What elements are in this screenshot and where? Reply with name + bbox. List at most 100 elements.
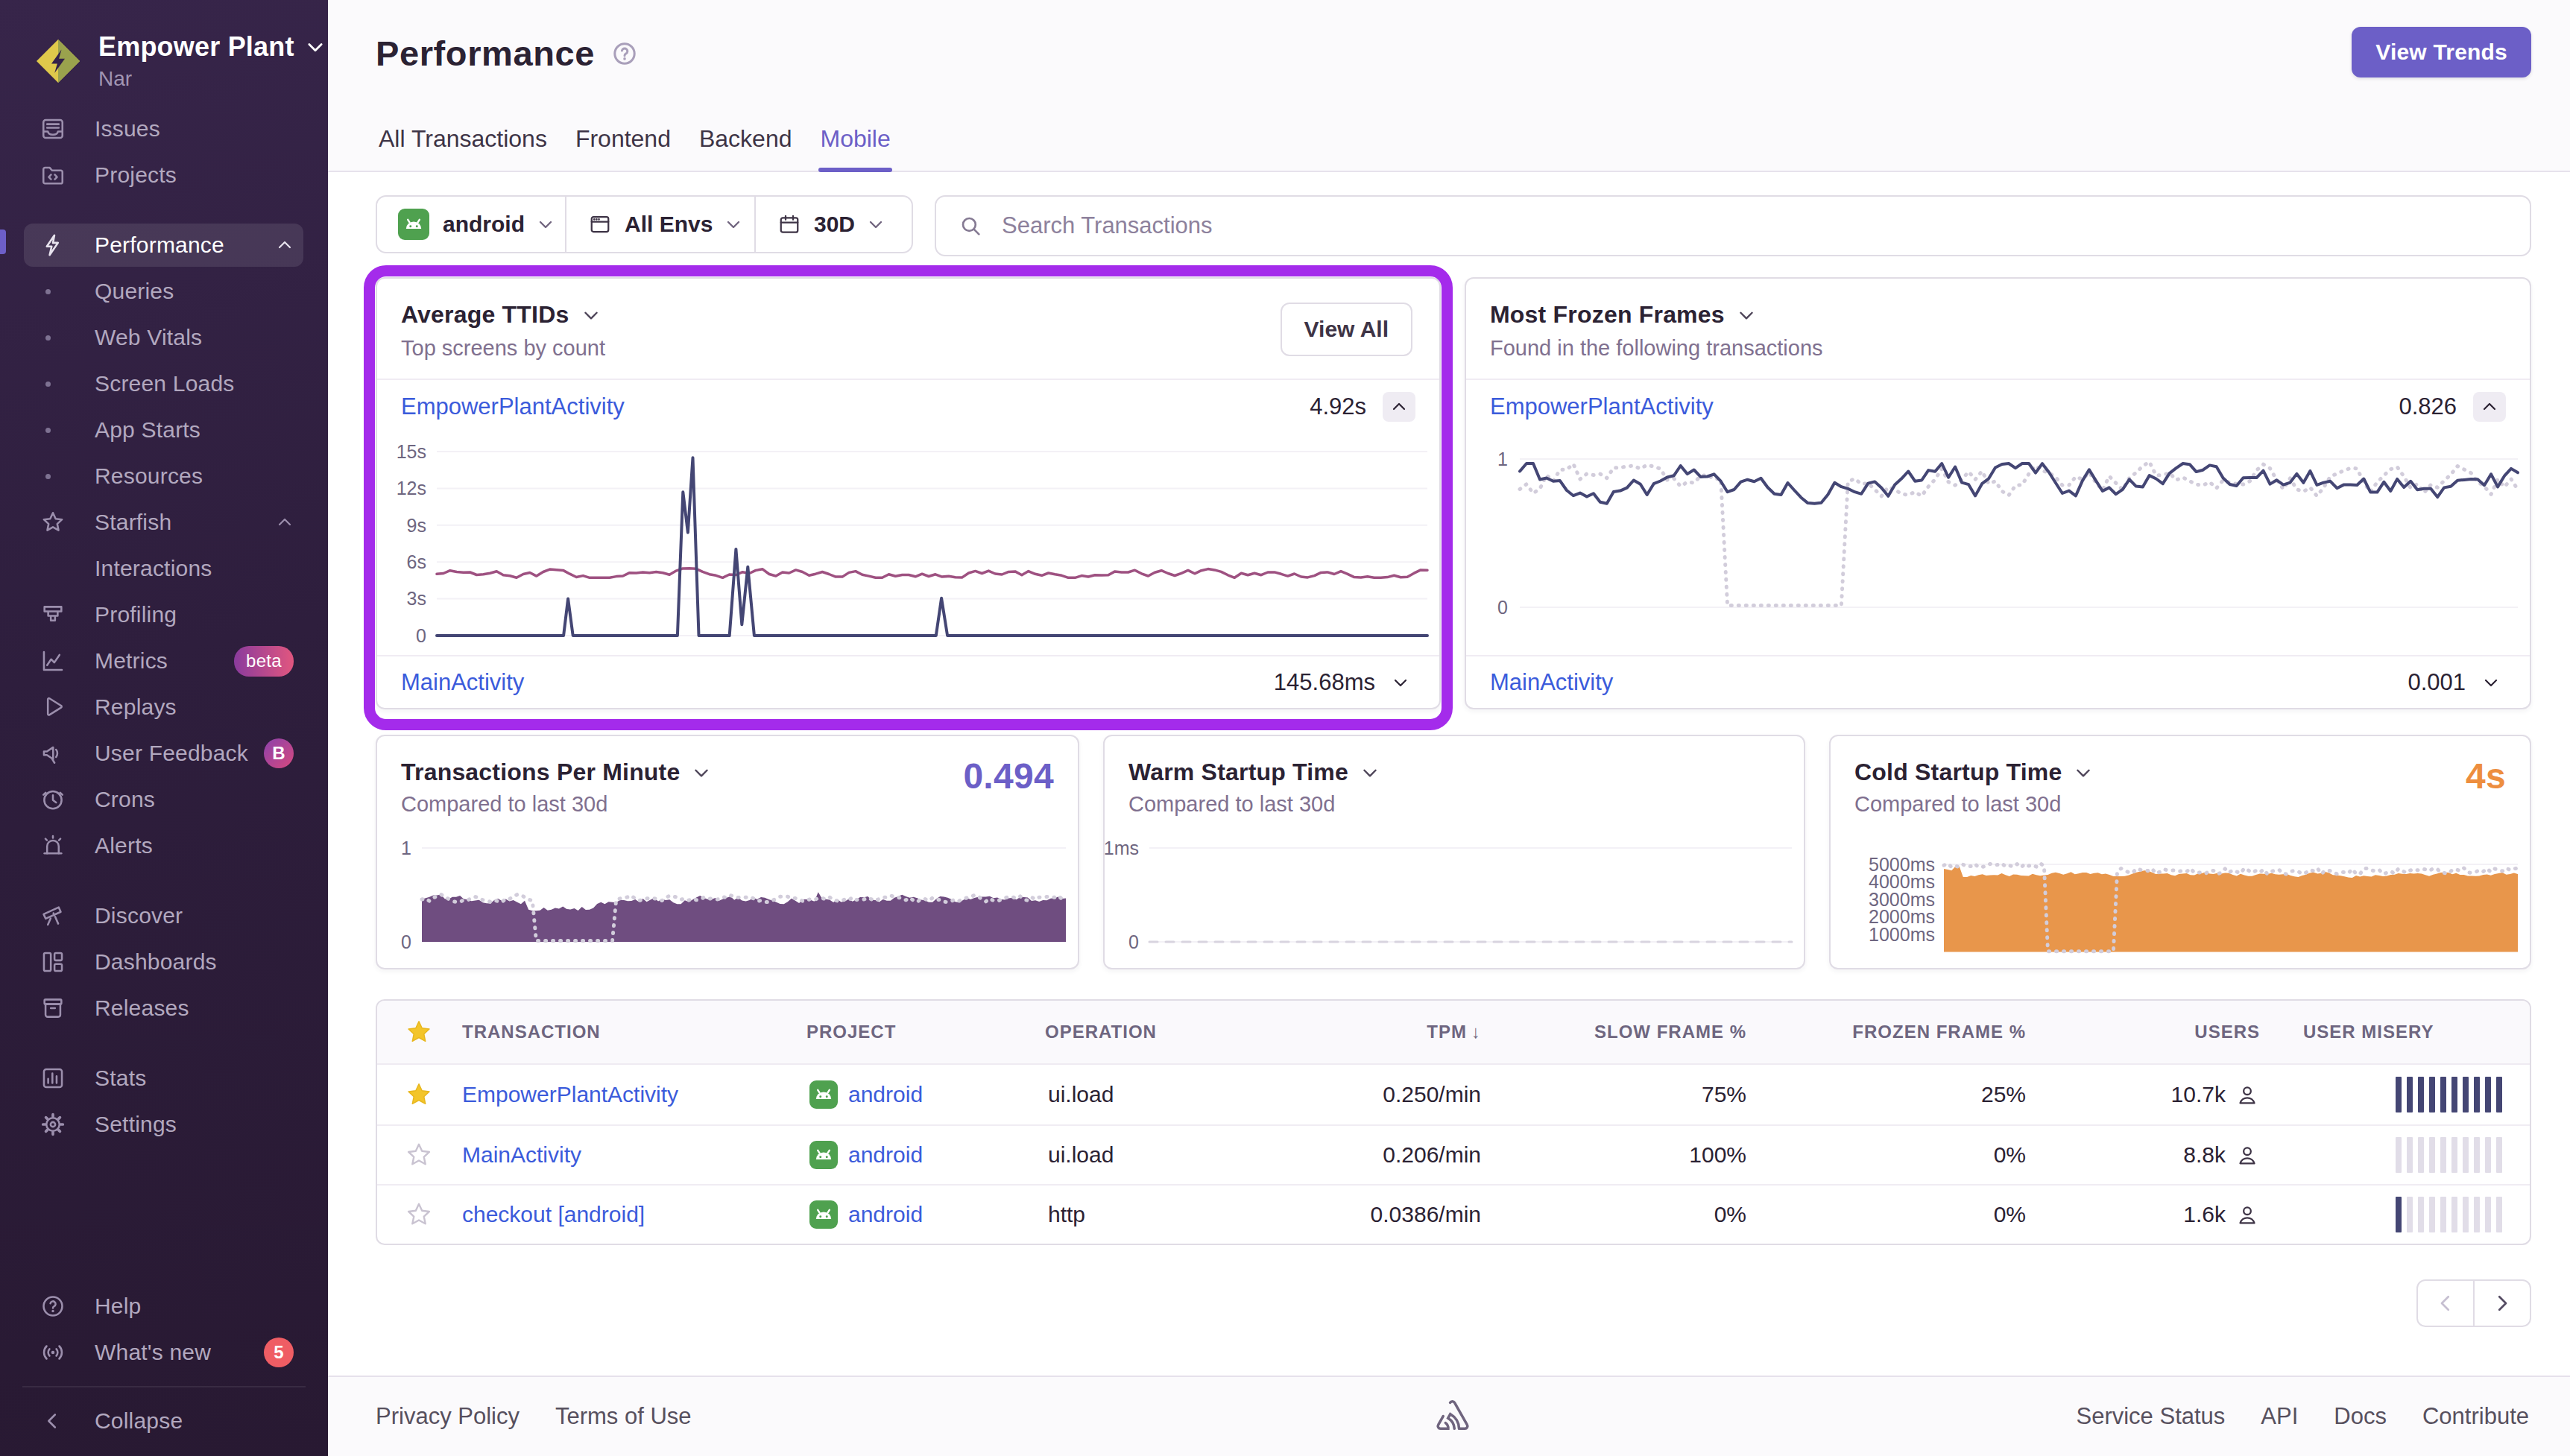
sidebar-item-releases[interactable]: Releases xyxy=(0,985,328,1031)
sidebar-item-user-feedback[interactable]: User FeedbackB xyxy=(0,730,328,776)
android-icon xyxy=(809,1200,838,1229)
sidebar-item-performance[interactable]: Performance xyxy=(0,222,328,268)
environment-filter-value: All Envs xyxy=(625,212,713,237)
star-column-header[interactable] xyxy=(405,1019,432,1045)
frozen-frame-cell: 0% xyxy=(1746,1142,2026,1168)
card-title: Warm Startup Time xyxy=(1128,759,1348,786)
project-filter[interactable]: android xyxy=(377,197,565,252)
star-toggle[interactable] xyxy=(405,1201,432,1228)
chevron-down-icon[interactable] xyxy=(581,306,601,325)
sidebar-item-resources[interactable]: Resources xyxy=(0,453,328,499)
col-tpm[interactable]: TPM↓ xyxy=(1257,1022,1481,1042)
star-toggle[interactable] xyxy=(405,1081,432,1108)
sidebar-item-stats[interactable]: Stats xyxy=(0,1055,328,1101)
slow-frame-cell: 100% xyxy=(1481,1142,1746,1168)
user-icon xyxy=(2235,1202,2260,1227)
view-trends-button[interactable]: View Trends xyxy=(2352,27,2531,77)
transaction-link[interactable]: checkout [android] xyxy=(462,1202,645,1227)
tab-all-transactions[interactable]: All Transactions xyxy=(377,125,549,172)
expand-metric-button[interactable] xyxy=(2482,674,2500,691)
contribute-link[interactable]: Contribute xyxy=(2422,1403,2529,1430)
svg-text:3s: 3s xyxy=(407,588,426,609)
sidebar-item-app-starts[interactable]: App Starts xyxy=(0,407,328,453)
sidebar-item-screen-loads[interactable]: Screen Loads xyxy=(0,361,328,407)
tpm-cell: 0.250/min xyxy=(1257,1082,1481,1107)
sidebar-item-help[interactable]: Help xyxy=(0,1283,328,1329)
footer-logo[interactable] xyxy=(1433,1399,1472,1434)
sidebar-item-profiling[interactable]: Profiling xyxy=(0,592,328,638)
star-toggle[interactable] xyxy=(405,1142,432,1168)
terms-of-use-link[interactable]: Terms of Use xyxy=(555,1403,692,1430)
transaction-link[interactable]: EmpowerPlantActivity xyxy=(401,393,625,420)
sidebar-item-dashboards[interactable]: Dashboards xyxy=(0,939,328,985)
sidebar-collapse-button[interactable]: Collapse xyxy=(0,1398,328,1444)
collapse-metric-button[interactable] xyxy=(1383,392,1415,422)
table-row[interactable]: EmpowerPlantActivity android ui.load 0.2… xyxy=(377,1065,2530,1124)
project-link[interactable]: android xyxy=(848,1202,923,1227)
sidebar-item-replays[interactable]: Replays xyxy=(0,684,328,730)
service-status-link[interactable]: Service Status xyxy=(2076,1403,2225,1430)
project-link[interactable]: android xyxy=(848,1082,923,1107)
operation-cell: ui.load xyxy=(1045,1142,1257,1168)
docs-link[interactable]: Docs xyxy=(2334,1403,2387,1430)
col-transaction[interactable]: TRANSACTION xyxy=(444,1022,806,1042)
table-row[interactable]: checkout [android] android http 0.0386/m… xyxy=(377,1184,2530,1244)
chevron-down-icon[interactable] xyxy=(1360,763,1380,782)
sidebar-item-whats-new[interactable]: What's new5 xyxy=(0,1329,328,1376)
question-circle-icon[interactable] xyxy=(611,40,638,67)
col-frozen-frame[interactable]: FROZEN FRAME % xyxy=(1746,1022,2026,1042)
view-all-button[interactable]: View All xyxy=(1281,303,1412,356)
col-users[interactable]: USERS xyxy=(2026,1022,2276,1042)
sidebar-item-projects[interactable]: Projects xyxy=(0,152,328,198)
sidebar-item-issues[interactable]: Issues xyxy=(0,106,328,152)
sidebar-item-crons[interactable]: Crons xyxy=(0,776,328,823)
transaction-link[interactable]: MainActivity xyxy=(401,669,524,696)
metric-row: EmpowerPlantActivity4.92s xyxy=(377,379,1439,435)
org-switcher[interactable]: Empower Plant Nar xyxy=(0,0,328,91)
transaction-link[interactable]: MainActivity xyxy=(1490,669,1613,696)
chevron-down-icon xyxy=(581,306,601,325)
next-page-button[interactable] xyxy=(2473,1279,2531,1327)
sidebar: Empower Plant Nar Issues Projects Perfor… xyxy=(0,0,328,1456)
tab-backend[interactable]: Backend xyxy=(698,125,794,172)
sidebar-item-alerts[interactable]: Alerts xyxy=(0,823,328,869)
svg-text:12s: 12s xyxy=(397,478,426,498)
sidebar-item-settings[interactable]: Settings xyxy=(0,1101,328,1148)
user-icon xyxy=(2235,1082,2260,1107)
sidebar-item-queries[interactable]: Queries xyxy=(0,268,328,314)
transaction-link[interactable]: EmpowerPlantActivity xyxy=(1490,393,1714,420)
tab-frontend[interactable]: Frontend xyxy=(574,125,672,172)
transaction-link[interactable]: MainActivity xyxy=(462,1142,581,1168)
col-user-misery[interactable]: USER MISERY xyxy=(2276,1022,2531,1042)
sidebar-item-metrics[interactable]: Metricsbeta xyxy=(0,638,328,684)
projects-icon xyxy=(40,162,66,188)
card-subtitle: Compared to last 30d xyxy=(1831,786,2530,817)
sidebar-item-interactions[interactable]: Interactions xyxy=(0,545,328,592)
sidebar-item-web-vitals[interactable]: Web Vitals xyxy=(0,314,328,361)
chevron-down-icon xyxy=(537,215,555,233)
chevron-down-icon[interactable] xyxy=(2074,763,2093,782)
table-header: TRANSACTION PROJECT OPERATION TPM↓ SLOW … xyxy=(377,1001,2530,1065)
col-slow-frame[interactable]: SLOW FRAME % xyxy=(1481,1022,1746,1042)
chevron-down-icon[interactable] xyxy=(1737,306,1756,325)
privacy-policy-link[interactable]: Privacy Policy xyxy=(376,1403,520,1430)
table-row[interactable]: MainActivity android ui.load 0.206/min 1… xyxy=(377,1124,2530,1184)
date-range-filter[interactable]: 30D xyxy=(754,197,912,252)
transaction-link[interactable]: EmpowerPlantActivity xyxy=(462,1082,678,1107)
collapse-metric-button[interactable] xyxy=(2473,392,2506,422)
col-project[interactable]: PROJECT xyxy=(806,1022,1045,1042)
svg-text:0: 0 xyxy=(1128,931,1139,952)
chevron-down-icon[interactable] xyxy=(692,763,711,782)
chevron-down-icon xyxy=(724,215,742,233)
expand-metric-button[interactable] xyxy=(1392,674,1409,691)
tab-mobile[interactable]: Mobile xyxy=(818,125,891,172)
api-link[interactable]: API xyxy=(2261,1403,2298,1430)
environment-filter[interactable]: All Envs xyxy=(565,197,754,252)
search-input[interactable] xyxy=(1002,212,2507,239)
sidebar-item-discover[interactable]: Discover xyxy=(0,893,328,939)
project-link[interactable]: android xyxy=(848,1142,923,1168)
previous-page-button[interactable] xyxy=(2416,1279,2475,1327)
sidebar-item-starfish[interactable]: Starfish xyxy=(0,499,328,545)
warm-chart: 01ms xyxy=(1105,833,1807,971)
col-operation[interactable]: OPERATION xyxy=(1045,1022,1257,1042)
